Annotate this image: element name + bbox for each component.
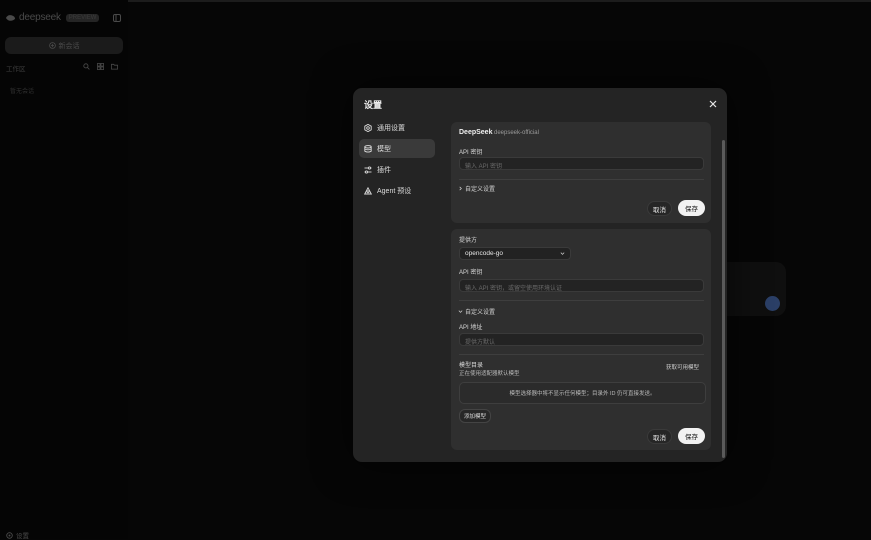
provider-card-custom: 提供方 opencode-go API 密钥 输入 API 密钥，或留空使用环境… bbox=[451, 229, 711, 450]
cancel-button[interactable]: 取消 bbox=[647, 429, 672, 444]
custom-settings-toggle[interactable]: 自定义设置 bbox=[458, 307, 495, 316]
database-icon bbox=[364, 144, 372, 153]
provider-card-deepseek: DeepSeek deepseek-official API 密钥 输入 API… bbox=[451, 122, 711, 223]
nav-item-label: 通用设置 bbox=[377, 124, 405, 132]
chevron-down-icon bbox=[560, 252, 565, 255]
search-icon[interactable] bbox=[83, 63, 90, 70]
save-button[interactable]: 保存 bbox=[678, 428, 705, 444]
api-key-label: API 密钥 bbox=[459, 150, 483, 156]
save-button[interactable]: 保存 bbox=[678, 200, 705, 216]
nav-item-model[interactable]: 模型 bbox=[359, 139, 435, 158]
nav-item-label: 模型 bbox=[377, 145, 391, 153]
gear-icon bbox=[6, 531, 13, 539]
whale-logo-icon bbox=[5, 14, 16, 21]
provider-name: DeepSeek bbox=[459, 129, 493, 136]
divider bbox=[459, 354, 704, 355]
bot-icon bbox=[364, 186, 372, 194]
new-chat-button[interactable]: 新会话 bbox=[5, 37, 123, 54]
custom-settings-label: 自定义设置 bbox=[465, 187, 496, 193]
add-model-button[interactable]: 添加模型 bbox=[459, 409, 492, 423]
modal-title: 设置 bbox=[364, 100, 383, 110]
nav-item-label: 插件 bbox=[377, 166, 391, 174]
settings-modal: 设置 通用设置 模型 插件 Agent 预设 DeepSeek deepseek… bbox=[353, 88, 727, 462]
provider-select[interactable]: opencode-go bbox=[459, 247, 571, 260]
workspace-actions bbox=[83, 63, 118, 70]
divider bbox=[459, 179, 704, 180]
chevron-down-icon bbox=[458, 310, 463, 313]
nav-item-plugins[interactable]: 插件 bbox=[359, 160, 435, 179]
api-url-label: API 地址 bbox=[459, 325, 483, 331]
cancel-button[interactable]: 取消 bbox=[647, 201, 672, 216]
brand-badge: PREVIEW bbox=[65, 13, 100, 22]
settings-nav: 通用设置 模型 插件 Agent 预设 bbox=[359, 118, 435, 202]
top-bar bbox=[0, 0, 871, 2]
brand: deepseek PREVIEW bbox=[5, 12, 100, 23]
model-dir-label: 模型目录 bbox=[459, 363, 484, 369]
brand-name: deepseek bbox=[19, 12, 61, 23]
api-url-input[interactable]: 提供方默认 bbox=[459, 333, 704, 346]
scrollbar-thumb[interactable] bbox=[722, 140, 725, 458]
new-chat-label: 新会话 bbox=[58, 42, 80, 50]
background-send-button bbox=[765, 296, 780, 311]
sessions-empty-text: 暂无会话 bbox=[10, 89, 35, 95]
nav-item-general[interactable]: 通用设置 bbox=[359, 118, 435, 137]
api-key-input[interactable]: 输入 API 密钥 bbox=[459, 157, 704, 170]
provider-label: 提供方 bbox=[459, 238, 478, 244]
sidebar: deepseek PREVIEW 新会话 工作区 暂无会话 设置 bbox=[0, 0, 128, 540]
nav-item-label: Agent 预设 bbox=[377, 187, 412, 195]
plus-circle-icon bbox=[48, 42, 56, 49]
sidebar-toggle-icon[interactable] bbox=[113, 14, 121, 22]
workspace-label: 工作区 bbox=[6, 66, 26, 73]
api-key-input[interactable]: 输入 API 密钥，或留空使用环境认证 bbox=[459, 279, 704, 292]
empty-models-notice: 模型选择器中将不显示任何模型；目录外 ID 仍可直接发送。 bbox=[459, 382, 706, 404]
model-settings-content: DeepSeek deepseek-official API 密钥 输入 API… bbox=[451, 122, 719, 450]
model-dir-description: 正在使用适配器默认模型 bbox=[459, 371, 520, 377]
fetch-models-button[interactable]: 获取可用模型 bbox=[666, 363, 699, 371]
chevron-right-icon bbox=[459, 186, 462, 191]
divider bbox=[459, 300, 704, 301]
close-icon[interactable] bbox=[708, 99, 718, 109]
grid-icon[interactable] bbox=[97, 63, 104, 70]
api-key-label: API 密钥 bbox=[459, 270, 483, 276]
sliders-icon bbox=[364, 165, 372, 174]
nav-item-agent-presets[interactable]: Agent 预设 bbox=[359, 181, 435, 200]
provider-id: deepseek-official bbox=[494, 130, 539, 136]
custom-settings-label: 自定义设置 bbox=[465, 310, 496, 316]
custom-settings-toggle[interactable]: 自定义设置 bbox=[458, 184, 495, 193]
folder-icon[interactable] bbox=[111, 63, 118, 70]
gear-icon bbox=[364, 123, 372, 132]
provider-select-value: opencode-go bbox=[465, 250, 503, 257]
